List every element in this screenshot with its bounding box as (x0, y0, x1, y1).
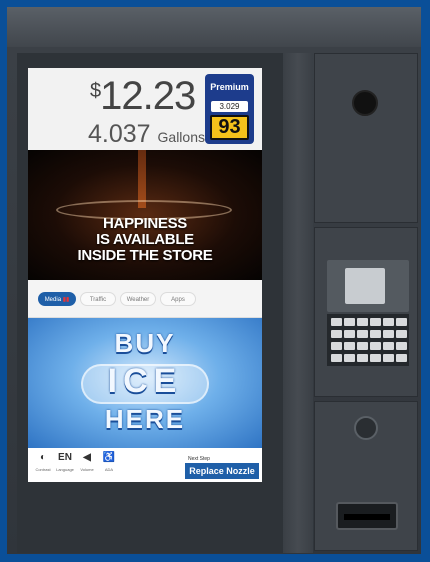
pump-housing: $12.23 4.037 Gallons Premium 3.029 93 HA… (7, 7, 421, 554)
contrast-button[interactable]: ◐ Contrast (32, 452, 54, 472)
contrast-icon: ◐ (39, 452, 47, 463)
ad-happiness-line1: HAPPINESS (103, 215, 187, 232)
language-icon: EN (58, 452, 72, 463)
keypad-key[interactable] (370, 342, 381, 350)
sale-amount-value: 12.23 (100, 74, 196, 118)
tab-media[interactable]: Media ▮▮ (38, 292, 76, 306)
volume-unit: Gallons (157, 129, 205, 145)
pump-button[interactable] (354, 416, 378, 440)
tab-traffic-label: Traffic (89, 297, 107, 303)
contrast-label: Contrast (35, 467, 51, 472)
keypad-key[interactable] (344, 354, 355, 362)
keypad-key[interactable] (383, 354, 394, 362)
camera-panel (314, 53, 418, 223)
ad-happiness-text: HAPPINESS IS AVAILABLE INSIDE THE STORE (28, 216, 262, 264)
sale-amount: $12.23 (90, 74, 196, 119)
volume-icon: ◀ (83, 452, 91, 463)
keypad-key[interactable] (331, 330, 342, 338)
keypad-key[interactable] (344, 330, 355, 338)
receipt-panel (314, 401, 418, 551)
tab-apps[interactable]: Apps (160, 292, 196, 306)
pump-top-rim (7, 7, 421, 47)
pump-display: $12.23 4.037 Gallons Premium 3.029 93 HA… (28, 68, 262, 482)
volume-label: Volume (80, 467, 94, 472)
volume-button[interactable]: ◀ Volume (76, 452, 98, 472)
keypad-key[interactable] (344, 342, 355, 350)
grade-price: 3.029 (211, 101, 248, 112)
camera-icon (352, 90, 378, 116)
card-slot[interactable] (345, 268, 385, 304)
control-bar: ◐ Contrast EN Language ◀ Volume ♿ ADA Ne… (28, 448, 262, 482)
language-label: Language (56, 467, 74, 472)
payment-panel (314, 227, 418, 397)
tab-weather[interactable]: Weather (120, 292, 156, 306)
ad-ice-line1: BUY (114, 328, 176, 358)
keypad-key[interactable] (357, 330, 368, 338)
keypad-key[interactable] (331, 318, 342, 326)
next-step-label: Next Step (188, 456, 210, 462)
currency-symbol: $ (90, 80, 101, 102)
keypad-key[interactable] (357, 318, 368, 326)
keypad-key[interactable] (370, 354, 381, 362)
audio-bars-icon: ▮▮ (62, 297, 70, 303)
ad-ice-line3: HERE (104, 404, 186, 434)
receipt-printer (336, 502, 398, 530)
ad-happiness[interactable]: HAPPINESS IS AVAILABLE INSIDE THE STORE (28, 150, 262, 280)
keypad-key[interactable] (370, 330, 381, 338)
keypad-key[interactable] (370, 318, 381, 326)
hardware-column (314, 53, 418, 553)
pin-keypad[interactable] (327, 314, 409, 366)
keypad-key[interactable] (383, 318, 394, 326)
media-tabs: Media ▮▮ Traffic Weather Apps (28, 280, 262, 318)
keypad-key[interactable] (383, 330, 394, 338)
keypad-key[interactable] (396, 342, 407, 350)
tab-apps-label: Apps (171, 297, 185, 303)
keypad-key[interactable] (396, 318, 407, 326)
ad-happiness-line3: INSIDE THE STORE (77, 247, 213, 264)
panel-divider (283, 53, 313, 553)
keypad-key[interactable] (396, 354, 407, 362)
ada-label: ADA (104, 467, 114, 472)
keypad-key[interactable] (344, 318, 355, 326)
accessibility-icon: ♿ (102, 452, 116, 463)
language-button[interactable]: EN Language (54, 452, 76, 472)
sale-panel: $12.23 4.037 Gallons Premium 3.029 93 (28, 68, 262, 150)
sale-volume: 4.037 Gallons (88, 120, 205, 149)
keypad-key[interactable] (331, 354, 342, 362)
keypad-key[interactable] (383, 342, 394, 350)
keypad-key[interactable] (357, 354, 368, 362)
replace-nozzle-button[interactable]: Replace Nozzle (185, 463, 259, 479)
tab-media-label: Media (44, 297, 62, 303)
card-reader[interactable] (327, 260, 409, 312)
receipt-slot[interactable] (344, 514, 390, 520)
volume-value: 4.037 (88, 120, 151, 148)
ad-ice-line2: ICE (107, 362, 183, 400)
keypad-key[interactable] (357, 342, 368, 350)
tab-traffic[interactable]: Traffic (80, 292, 116, 306)
ad-buy-ice[interactable]: BUY ICE HERE (28, 318, 262, 448)
ada-button[interactable]: ♿ ADA (98, 452, 120, 472)
ad-happiness-line2: IS AVAILABLE (96, 231, 194, 248)
grade-name: Premium (210, 82, 249, 92)
grade-badge: Premium 3.029 93 (205, 74, 254, 144)
octane-rating: 93 (210, 115, 249, 140)
keypad-key[interactable] (331, 342, 342, 350)
keypad-key[interactable] (396, 330, 407, 338)
tab-weather-label: Weather (126, 297, 150, 303)
